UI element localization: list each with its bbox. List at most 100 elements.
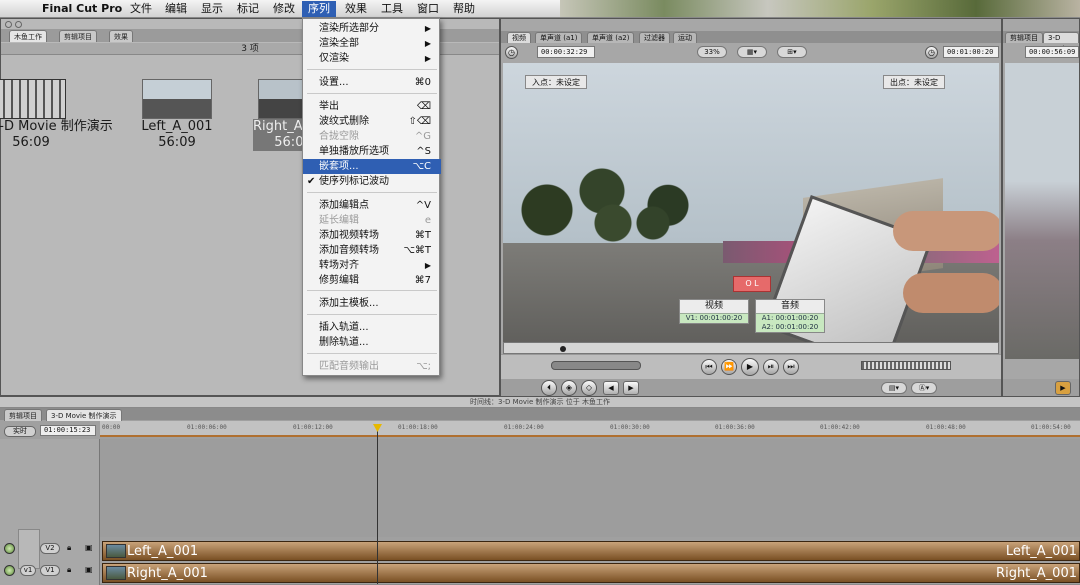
tab-project[interactable]: 木鱼工作: [9, 30, 47, 42]
menu-item-10[interactable]: 添加编辑点 ^V: [303, 198, 441, 213]
tab-clips[interactable]: 剪辑项目: [59, 30, 97, 42]
menu-mark[interactable]: 标记: [231, 1, 265, 17]
clip-sequence[interactable]: 3-D Movie 制作演示 56:09: [0, 79, 113, 151]
menu-separator: [307, 93, 437, 94]
submenu-arrow-icon: ▶: [424, 24, 431, 33]
tab-mono-a2[interactable]: 单声道 (a2): [587, 32, 635, 43]
duration-timecode[interactable]: 00:00:32:29: [537, 46, 595, 58]
menu-help[interactable]: 帮助: [447, 1, 481, 17]
minimize-icon[interactable]: [15, 21, 22, 28]
current-timecode[interactable]: 00:01:00:20: [943, 46, 999, 58]
mark-out-icon[interactable]: ▶: [623, 381, 639, 395]
menu-item-14[interactable]: 转场对齐 ▶: [303, 258, 441, 273]
sequence-icon: [0, 79, 66, 119]
menu-item-3[interactable]: 设置... ⌘0: [303, 75, 441, 90]
video-frame[interactable]: 入点：未设定 出点：未设定 O L 视频 V1: 00:01:00:20 音频 …: [503, 63, 999, 359]
out-point-label: 出点：未设定: [883, 75, 945, 89]
generator-popup[interactable]: ▤▾: [881, 382, 907, 394]
in-point-label: 入点：未设定: [525, 75, 587, 89]
timeline-timecode[interactable]: 01:00:15:23: [40, 425, 96, 436]
playhead-icon[interactable]: [560, 346, 566, 352]
menu-file[interactable]: 文件: [124, 1, 158, 17]
menu-item-13[interactable]: 添加音频转场 ⌥⌘T: [303, 243, 441, 258]
menu-item-11[interactable]: 延长编辑 e: [303, 213, 441, 228]
menu-item-label: 延长编辑: [319, 215, 359, 226]
play-icon[interactable]: ▶: [741, 358, 759, 376]
menu-modify[interactable]: 修改: [267, 1, 301, 17]
menu-separator: [307, 69, 437, 70]
auto-select-icon[interactable]: ▣: [85, 543, 93, 553]
menu-item-1[interactable]: 渲染全部 ▶: [303, 36, 441, 51]
tab-video[interactable]: 视频: [507, 32, 531, 43]
menu-window[interactable]: 窗口: [411, 1, 445, 17]
menu-item-0[interactable]: 渲染所选部分 ▶: [303, 21, 441, 36]
time-ruler[interactable]: 00:00 01:00:06:00 01:00:12:00 01:00:18:0…: [100, 421, 1080, 437]
shuttle-slider[interactable]: [551, 361, 641, 370]
track-visibility-v1[interactable]: [4, 565, 15, 576]
tab-canvas-project[interactable]: 剪辑项目: [1005, 32, 1043, 43]
lock-icon[interactable]: 🔒︎: [67, 565, 71, 575]
menu-separator: [307, 314, 437, 315]
menu-tools[interactable]: 工具: [375, 1, 409, 17]
edit-buttons: ⏴ ◈ ◇ ◀ ▶ ▤▾ Ⓐ▾: [501, 379, 1001, 397]
menu-item-5[interactable]: 波纹式删除 ⇧⌫: [303, 114, 441, 129]
track-label-v2[interactable]: V2: [40, 543, 60, 554]
rt-popup[interactable]: 实时: [4, 426, 36, 437]
menu-item-17[interactable]: 插入轨道...: [303, 320, 441, 335]
menu-item-15[interactable]: 修剪编辑 ⌘7: [303, 273, 441, 288]
menu-effects[interactable]: 效果: [339, 1, 373, 17]
menu-item-label: 删除轨道...: [319, 337, 369, 348]
menu-item-8[interactable]: 嵌套项... ⌥C: [303, 159, 441, 174]
menu-item-2[interactable]: 仅渲染 ▶: [303, 51, 441, 66]
mark-in-icon[interactable]: ◀: [603, 381, 619, 395]
text-popup[interactable]: Ⓐ▾: [911, 382, 937, 394]
prev-edit-icon[interactable]: ⏮: [701, 359, 717, 375]
timeline-canvas[interactable]: [100, 439, 1080, 537]
lock-icon[interactable]: 🔒︎: [67, 543, 71, 553]
canvas-frame[interactable]: [1005, 63, 1079, 359]
menu-item-18[interactable]: 删除轨道...: [303, 335, 441, 350]
clip-thumbnail: [106, 544, 126, 558]
auto-select-icon[interactable]: ▣: [85, 565, 93, 575]
clip-left-a-001[interactable]: Left_A_001 Left_A_001: [102, 541, 1080, 561]
match-frame-icon[interactable]: ⏴: [541, 380, 557, 396]
mark-clip-icon[interactable]: ◈: [561, 380, 577, 396]
menu-view[interactable]: 显示: [195, 1, 229, 17]
tab-tl-project[interactable]: 剪辑项目: [4, 409, 42, 421]
menu-item-9[interactable]: 使序列标记波动 ✔: [303, 174, 441, 189]
tab-mono-a1[interactable]: 单声道 (a1): [535, 32, 583, 43]
menu-item-6[interactable]: 合拢空隙 ^G: [303, 129, 441, 144]
menu-item-7[interactable]: 单独播放所选项 ^S: [303, 144, 441, 159]
source-v1[interactable]: v1: [20, 565, 36, 576]
view-popup[interactable]: ▦▾: [737, 46, 767, 58]
menu-item-16[interactable]: 添加主模板...: [303, 296, 441, 311]
tab-tl-sequence[interactable]: 3-D Movie 制作演示: [46, 409, 122, 421]
clip-right-a-001[interactable]: Right_A_001 Right_A_001: [102, 563, 1080, 583]
menu-item-12[interactable]: 添加视频转场 ⌘T: [303, 228, 441, 243]
menu-item-4[interactable]: 举出 ⌫: [303, 99, 441, 114]
tab-motion[interactable]: 运动: [673, 32, 697, 43]
overwrite-button[interactable]: ▶: [1055, 381, 1071, 395]
play-around-icon[interactable]: ⏯: [763, 359, 779, 375]
clip-left[interactable]: Left_A_001 56:09: [137, 79, 217, 151]
menu-sequence[interactable]: 序列: [302, 1, 336, 17]
track-visibility-v2[interactable]: [4, 543, 15, 554]
app-name[interactable]: Final Cut Pro: [42, 2, 122, 16]
scrubber-bar[interactable]: [503, 342, 999, 354]
next-edit-icon[interactable]: ⏭: [783, 359, 799, 375]
canvas-timecode[interactable]: 00:00:56:09: [1025, 46, 1079, 58]
track-label-v1[interactable]: V1: [40, 565, 60, 576]
apple-icon[interactable]: [14, 2, 26, 15]
close-icon[interactable]: [5, 21, 12, 28]
menu-shortcut: ⌘T: [414, 230, 431, 241]
menu-edit[interactable]: 编辑: [159, 1, 193, 17]
overlay-popup[interactable]: ⊞▾: [777, 46, 807, 58]
jog-wheel[interactable]: [861, 361, 951, 370]
tab-canvas-sequence[interactable]: 3-D Movie: [1043, 32, 1079, 53]
tab-filters[interactable]: 过滤器: [639, 32, 670, 43]
tab-effects[interactable]: 效果: [109, 30, 133, 42]
add-keyframe-icon[interactable]: ◇: [581, 380, 597, 396]
play-in-out-icon[interactable]: ⏩: [721, 359, 737, 375]
menu-item-19[interactable]: 匹配音频输出 ⌥;: [303, 359, 441, 374]
zoom-popup[interactable]: 33%: [697, 46, 727, 58]
